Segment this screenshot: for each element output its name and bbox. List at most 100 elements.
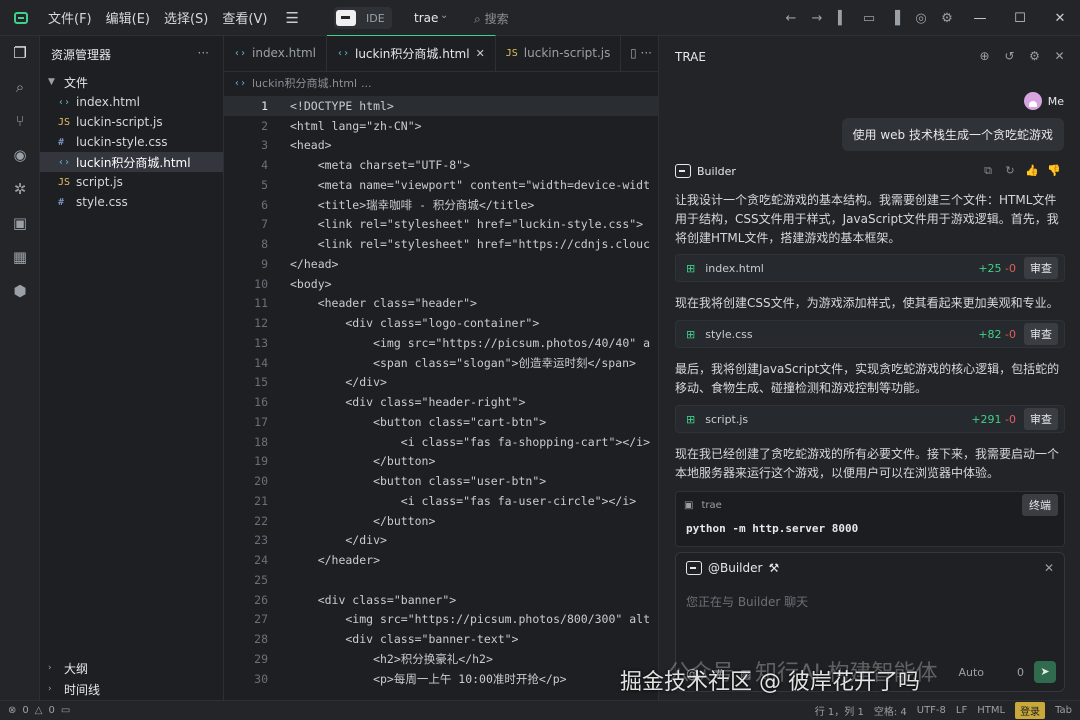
ports-icon[interactable]: ▭ <box>61 705 70 716</box>
thumbs-down-icon[interactable]: 👎 <box>1043 164 1065 178</box>
history-icon[interactable]: ↺ <box>997 49 1022 63</box>
code-line[interactable]: 2 <html lang="zh-CN"> <box>224 116 658 136</box>
code-line[interactable]: 5 <meta name="viewport" content="width=d… <box>224 175 658 195</box>
code-line[interactable]: 23 </div> <box>224 531 658 551</box>
file-change-card[interactable]: ⊞ style.css +82 -0 审查 <box>675 320 1065 348</box>
code-line[interactable]: 7 <link rel="stylesheet" href="luckin-st… <box>224 215 658 235</box>
toggle-aux-bar-icon[interactable]: ▐ <box>882 11 908 26</box>
minimize-icon[interactable]: — <box>960 11 1000 26</box>
chevron-down-icon[interactable]: ⌄ <box>440 10 448 21</box>
file-tree-item[interactable]: # luckin-style.css <box>40 132 223 152</box>
more-menu-icon[interactable]: ☰ <box>285 9 298 27</box>
code-line[interactable]: 21 <i class="fas fa-user-circle"></i> <box>224 491 658 511</box>
file-tree-item[interactable]: ‹› luckin积分商城.html <box>40 152 223 172</box>
code-line[interactable]: 24 </header> <box>224 550 658 570</box>
code-line[interactable]: 25 <box>224 570 658 590</box>
open-terminal-button[interactable]: 终端 <box>1022 494 1058 516</box>
explorer-files-icon[interactable]: ❐ <box>0 36 40 70</box>
split-editor-icon[interactable]: ▯ ··· <box>630 46 652 60</box>
extensions-grid-icon[interactable]: ▦ <box>0 240 40 274</box>
context-chip[interactable]: @Builder ⚒ <box>686 561 779 575</box>
toggle-panel-icon[interactable]: ▭ <box>856 11 882 26</box>
source-control-icon[interactable]: ⑂ <box>0 104 40 138</box>
code-line[interactable]: 19 </button> <box>224 452 658 472</box>
regenerate-icon[interactable]: ↻ <box>999 164 1021 178</box>
trae-cube-icon[interactable]: ⬢ <box>0 274 40 308</box>
code-editor[interactable]: 1 <!DOCTYPE html> 2 <html lang="zh-CN"> 3 <he… <box>224 96 658 700</box>
code-line[interactable]: 13 <img src="https://picsum.photos/40/40… <box>224 333 658 353</box>
code-line[interactable]: 16 <div class="header-right"> <box>224 392 658 412</box>
file-change-card[interactable]: ⊞ index.html +25 -0 审查 <box>675 254 1065 282</box>
settings-gear-icon[interactable]: ⚙ <box>1022 49 1047 63</box>
file-tree-item[interactable]: JS script.js <box>40 172 223 192</box>
menu-view[interactable]: 查看(V) <box>222 8 267 27</box>
code-line[interactable]: 26 <div class="banner"> <box>224 590 658 610</box>
code-line[interactable]: 3 <head> <box>224 136 658 156</box>
model-selector[interactable]: Auto <box>958 666 984 679</box>
warning-icon[interactable]: △ <box>35 705 43 716</box>
folder-root[interactable]: ▼ 文件 <box>40 72 223 92</box>
code-line[interactable]: 6 <title>瑞幸咖啡 - 积分商城</title> <box>224 195 658 215</box>
code-line[interactable]: 1 <!DOCTYPE html> <box>224 96 658 116</box>
code-line[interactable]: 9 </head> <box>224 254 658 274</box>
cursor-position[interactable]: 行 1，列 1 <box>815 703 864 718</box>
tab-mode[interactable]: Tab <box>1055 705 1072 716</box>
send-icon[interactable]: ➤ <box>1034 661 1056 683</box>
chat-input[interactable]: 您正在与 Builder 聊天 <box>686 593 808 610</box>
code-line[interactable]: 11 <header class="header"> <box>224 294 658 314</box>
editor-tab[interactable]: JS luckin-script.js <box>496 35 622 71</box>
new-chat-icon[interactable]: ⊕ <box>972 49 997 63</box>
code-line[interactable]: 15 </div> <box>224 373 658 393</box>
review-button[interactable]: 审查 <box>1024 408 1058 430</box>
line-ending[interactable]: LF <box>956 705 967 716</box>
account-icon[interactable]: ◎ <box>908 11 934 26</box>
file-tree-item[interactable]: # style.css <box>40 192 223 212</box>
file-tree-item[interactable]: JS luckin-script.js <box>40 112 223 132</box>
code-line[interactable]: 17 <button class="cart-btn"> <box>224 412 658 432</box>
code-line[interactable]: 27 <img src="https://picsum.photos/800/3… <box>224 610 658 630</box>
thumbs-up-icon[interactable]: 👍 <box>1021 164 1043 178</box>
code-line[interactable]: 22 </button> <box>224 511 658 531</box>
search-icon[interactable]: ⌕ <box>0 70 40 104</box>
close-icon[interactable]: ✕ <box>1040 11 1080 26</box>
close-icon[interactable]: ✕ <box>1047 49 1072 63</box>
code-line[interactable]: 28 <div class="banner-text"> <box>224 629 658 649</box>
file-tree-item[interactable]: ‹› index.html <box>40 92 223 112</box>
timeline-section[interactable]: › 时间线 <box>40 679 224 699</box>
code-line[interactable]: 29 <h2>积分换豪礼</h2> <box>224 649 658 669</box>
code-line[interactable]: 20 <button class="user-btn"> <box>224 471 658 491</box>
run-debug-eye-icon[interactable]: ◉ <box>0 138 40 172</box>
close-icon[interactable]: ✕ <box>1044 561 1054 575</box>
review-button[interactable]: 审查 <box>1024 257 1058 279</box>
code-line[interactable]: 18 <i class="fas fa-shopping-cart"></i> <box>224 432 658 452</box>
menu-file[interactable]: 文件(F) <box>48 8 92 27</box>
error-icon[interactable]: ⊗ <box>8 705 16 716</box>
remote-monitor-icon[interactable]: ▣ <box>0 206 40 240</box>
login-button[interactable]: 登录 <box>1015 702 1046 719</box>
maximize-icon[interactable]: ☐ <box>1000 11 1040 26</box>
project-name[interactable]: trae <box>414 11 438 25</box>
ide-mode-toggle[interactable]: IDE <box>334 7 392 29</box>
menu-select[interactable]: 选择(S) <box>164 8 208 27</box>
forward-arrow-icon[interactable]: → <box>804 11 830 26</box>
editor-tab[interactable]: ‹› index.html <box>224 35 327 71</box>
language-mode[interactable]: HTML <box>977 705 1005 716</box>
code-line[interactable]: 12 <div class="logo-container"> <box>224 313 658 333</box>
code-line[interactable]: 10 <body> <box>224 274 658 294</box>
code-line[interactable]: 30 <p>每周一上午 10:00准时开抢</p> <box>224 669 658 689</box>
indentation[interactable]: 空格: 4 <box>874 703 907 718</box>
editor-tab[interactable]: ‹› luckin积分商城.html ✕ <box>326 35 496 71</box>
settings-gear-icon[interactable]: ⚙ <box>934 11 960 26</box>
close-tab-icon[interactable]: ✕ <box>476 47 485 60</box>
code-line[interactable]: 4 <meta charset="UTF-8"> <box>224 155 658 175</box>
toggle-sidebar-icon[interactable]: ▍ <box>830 11 856 26</box>
code-line[interactable]: 8 <link rel="stylesheet" href="https://c… <box>224 234 658 254</box>
code-line[interactable]: 14 <span class="slogan">创造幸运时刻</span> <box>224 353 658 373</box>
review-button[interactable]: 审查 <box>1024 323 1058 345</box>
breadcrumb-more[interactable]: ... <box>361 77 372 90</box>
copy-icon[interactable]: ⧉ <box>977 164 999 178</box>
menu-edit[interactable]: 编辑(E) <box>106 8 150 27</box>
back-arrow-icon[interactable]: ← <box>778 11 804 26</box>
search-box[interactable]: ⌕ 搜索 <box>474 10 509 27</box>
encoding[interactable]: UTF-8 <box>917 705 946 716</box>
